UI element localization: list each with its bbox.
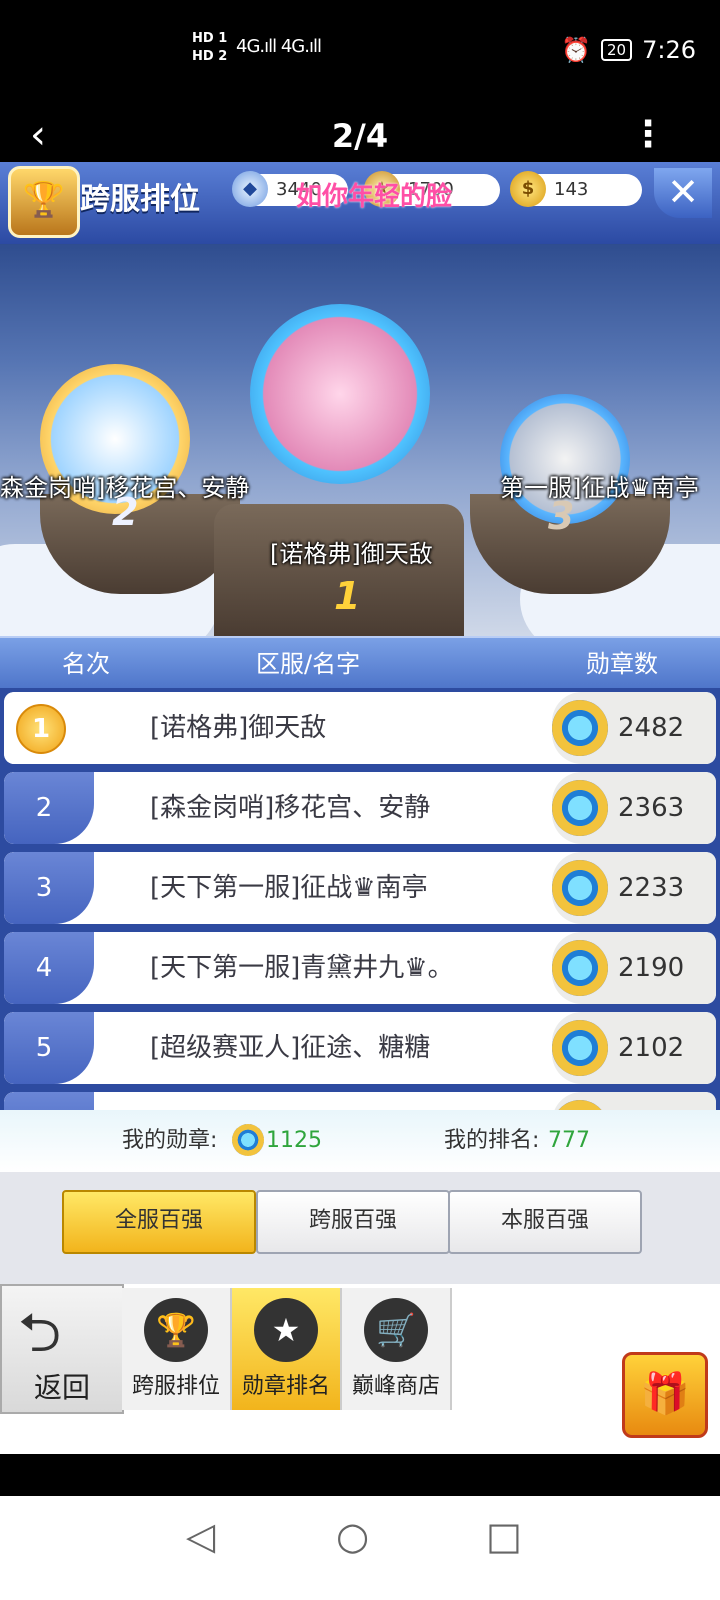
star-medal-icon: ★ bbox=[254, 1298, 318, 1362]
table-header: 名次 区服/名字 勋章数 bbox=[0, 636, 720, 690]
player-name: [超级赛亚人]征途、糖糖 bbox=[150, 1033, 431, 1063]
trophy-icon: 🏆 bbox=[144, 1298, 208, 1362]
clock: 7:26 bbox=[642, 36, 696, 64]
coin-currency: $ 143 bbox=[510, 171, 642, 207]
medal-icon bbox=[552, 1100, 608, 1110]
table-row[interactable]: 2 [森金岗哨]移花宫、安静 2363 bbox=[4, 772, 716, 844]
tab-all-servers[interactable]: 全服百强 bbox=[62, 1190, 256, 1254]
medal-icon bbox=[552, 860, 608, 916]
player-name: [诺格弗]御天敌 bbox=[150, 713, 327, 743]
col-rank: 名次 bbox=[62, 650, 110, 678]
first-place-label: [诺格弗]御天敌 bbox=[270, 540, 433, 568]
medal-icon bbox=[232, 1124, 264, 1156]
player-name: [天下第一服]青黛井九♛。 bbox=[150, 953, 454, 983]
player-name: [森金岗哨]移花宫、安静 bbox=[150, 793, 431, 823]
table-row[interactable] bbox=[4, 1092, 716, 1110]
my-medals-label: 我的勋章: bbox=[122, 1128, 218, 1153]
table-row[interactable]: 5 [超级赛亚人]征途、糖糖 2102 bbox=[4, 1012, 716, 1084]
tab-cross-server[interactable]: 跨服百强 bbox=[256, 1190, 450, 1254]
my-rank-label: 我的排名: bbox=[444, 1128, 540, 1153]
nav-medal-ranking[interactable]: ★ 勋章排名 bbox=[232, 1288, 342, 1410]
podium-scene: 森金岗哨]移花宫、安静 2 第一服]征战♛南亭 3 [诺格弗]御天敌 1 bbox=[0, 244, 720, 654]
second-place-rank: 2 bbox=[112, 490, 139, 534]
my-medals-value: 1125 bbox=[266, 1128, 322, 1153]
medal-count: 2190 bbox=[618, 953, 685, 983]
ranking-list[interactable]: 1 [诺格弗]御天敌 2482 2 [森金岗哨]移花宫、安静 2363 3 [天… bbox=[0, 688, 720, 1110]
gift-box-icon[interactable]: 🎁 bbox=[622, 1352, 708, 1438]
watermark-text: 如你年轻的脸 bbox=[296, 182, 453, 212]
medal-icon bbox=[552, 940, 608, 996]
col-name: 区服/名字 bbox=[256, 650, 361, 678]
network-indicator: HD 1 HD 2 bbox=[192, 31, 228, 64]
medal-icon bbox=[552, 700, 608, 756]
first-place-character bbox=[250, 304, 430, 484]
alarm-icon: ⏰ bbox=[561, 36, 591, 64]
rank-number: 5 bbox=[35, 1033, 53, 1063]
medal-count: 2233 bbox=[618, 873, 685, 903]
first-place-rank: 1 bbox=[334, 574, 361, 618]
player-name: [天下第一服]征战♛南亭 bbox=[150, 873, 428, 903]
viewer-top-bar: 2/4 ‹ ⋮ bbox=[0, 110, 720, 162]
rank-number: 4 bbox=[35, 953, 53, 983]
col-medals: 勋章数 bbox=[586, 650, 658, 678]
medal-count: 2363 bbox=[618, 793, 685, 823]
bottom-nav: ⮌ 返回 🏆 跨服排位 ★ 勋章排名 🛒 巅峰商店 🎁 bbox=[0, 1284, 720, 1454]
my-rank-value: 777 bbox=[548, 1128, 590, 1153]
diamond-icon: ◆ bbox=[232, 171, 268, 207]
game-header: 🏆 跨服排位 ◆ 3440 ★ 1700 $ 143 如你年轻的脸 ✕ bbox=[0, 162, 720, 246]
trophy-icon: 🏆 bbox=[8, 166, 80, 238]
return-button[interactable]: ⮌ 返回 bbox=[0, 1284, 124, 1414]
shop-cart-icon: 🛒 bbox=[364, 1298, 428, 1362]
close-button[interactable]: ✕ bbox=[654, 168, 712, 218]
table-row[interactable]: 4 [天下第一服]青黛井九♛。 2190 bbox=[4, 932, 716, 1004]
signal-icon: 4G.ıll 4G.ıll bbox=[236, 36, 322, 57]
ranking-scope-tabs: 全服百强 跨服百强 本服百强 bbox=[0, 1172, 720, 1298]
my-stats-bar: 我的勋章: 1125 我的排名: 777 bbox=[0, 1110, 720, 1176]
third-place-rank: 3 bbox=[548, 494, 575, 538]
system-nav-bar: ◁ ○ □ bbox=[0, 1496, 720, 1600]
nav-peak-shop[interactable]: 🛒 巅峰商店 bbox=[342, 1288, 452, 1410]
rank-number: 2 bbox=[35, 793, 53, 823]
game-screen: 🏆 跨服排位 ◆ 3440 ★ 1700 $ 143 如你年轻的脸 ✕ 森金岗哨… bbox=[0, 162, 720, 1454]
back-chevron-icon[interactable]: ‹ bbox=[30, 110, 46, 160]
page-indicator: 2/4 bbox=[331, 117, 389, 155]
rank-number: 3 bbox=[35, 873, 53, 903]
back-triangle-icon[interactable]: ◁ bbox=[186, 1514, 215, 1558]
coin-icon: $ bbox=[510, 171, 546, 207]
medal-icon bbox=[552, 780, 608, 836]
medal-count: 2102 bbox=[618, 1033, 685, 1063]
third-place-label: 第一服]征战♛南亭 bbox=[500, 474, 699, 502]
battery-icon: 20 bbox=[601, 39, 633, 61]
table-row[interactable]: 1 [诺格弗]御天敌 2482 bbox=[4, 692, 716, 764]
tab-this-server[interactable]: 本服百强 bbox=[448, 1190, 642, 1254]
gold-rank-badge: 1 bbox=[16, 704, 66, 754]
more-options-icon[interactable]: ⋮ bbox=[630, 110, 666, 160]
page-title: 跨服排位 bbox=[80, 182, 200, 217]
medal-icon bbox=[552, 1020, 608, 1076]
medal-count: 2482 bbox=[618, 713, 685, 743]
status-bar: HD 1 HD 2 4G.ıll 4G.ıll ⏰ 20 7:26 bbox=[0, 0, 720, 110]
home-circle-icon[interactable]: ○ bbox=[336, 1514, 369, 1558]
nav-cross-server-rank[interactable]: 🏆 跨服排位 bbox=[122, 1288, 232, 1410]
recents-square-icon[interactable]: □ bbox=[486, 1514, 522, 1558]
table-row[interactable]: 3 [天下第一服]征战♛南亭 2233 bbox=[4, 852, 716, 924]
